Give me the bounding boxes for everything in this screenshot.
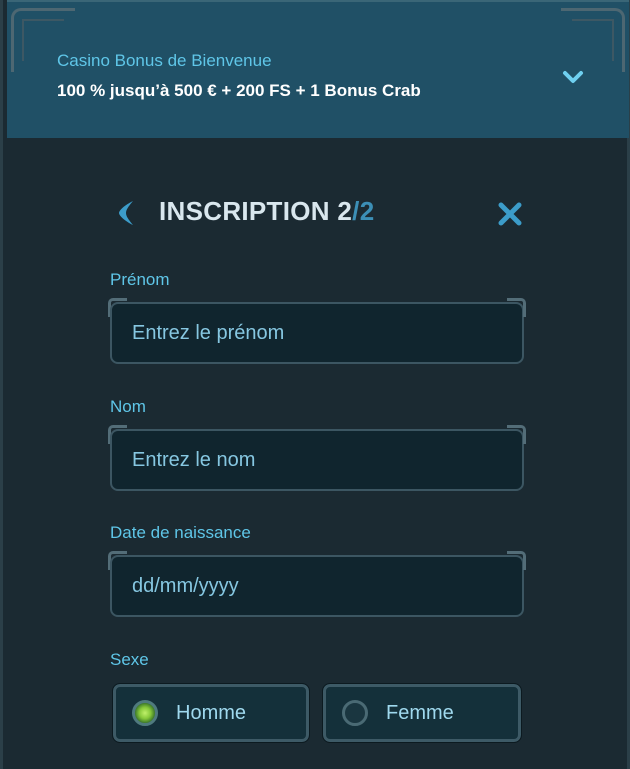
gender-option-femme[interactable]: Femme — [322, 683, 522, 743]
chevron-left-icon[interactable] — [113, 198, 139, 228]
gender-option-label: Homme — [176, 702, 247, 724]
form-title-total: 2 — [359, 196, 375, 226]
gender-option-homme[interactable]: Homme — [112, 683, 310, 743]
gender-option-label: Femme — [386, 702, 454, 724]
registration-panel: Casino Bonus de Bienvenue 100 % jusqu’à … — [0, 0, 630, 769]
first-name-label: Prénom — [110, 270, 170, 289]
bonus-title: Casino Bonus de Bienvenue — [57, 51, 272, 70]
last-name-field-frame — [108, 425, 526, 491]
form-title-step: INSCRIPTION 2 — [159, 196, 353, 226]
frame-corner-right — [561, 8, 625, 72]
birth-date-input[interactable] — [110, 555, 524, 617]
last-name-input[interactable] — [110, 429, 524, 491]
chevron-down-icon[interactable] — [562, 68, 584, 86]
last-name-label: Nom — [110, 397, 146, 416]
radio-unselected-icon — [342, 700, 368, 726]
form-title: INSCRIPTION 2/2 — [159, 196, 374, 227]
bonus-banner[interactable]: Casino Bonus de Bienvenue 100 % jusqu’à … — [7, 0, 629, 138]
bonus-description: 100 % jusqu’à 500 € + 200 FS + 1 Bonus C… — [57, 81, 421, 100]
birth-date-field-frame — [108, 551, 526, 617]
birth-date-label: Date de naissance — [110, 523, 251, 542]
gender-label: Sexe — [110, 650, 149, 669]
radio-selected-icon — [132, 700, 158, 726]
form-title-separator: / — [352, 196, 360, 226]
close-icon[interactable] — [497, 201, 523, 227]
first-name-input[interactable] — [110, 302, 524, 364]
first-name-field-frame — [108, 298, 526, 364]
